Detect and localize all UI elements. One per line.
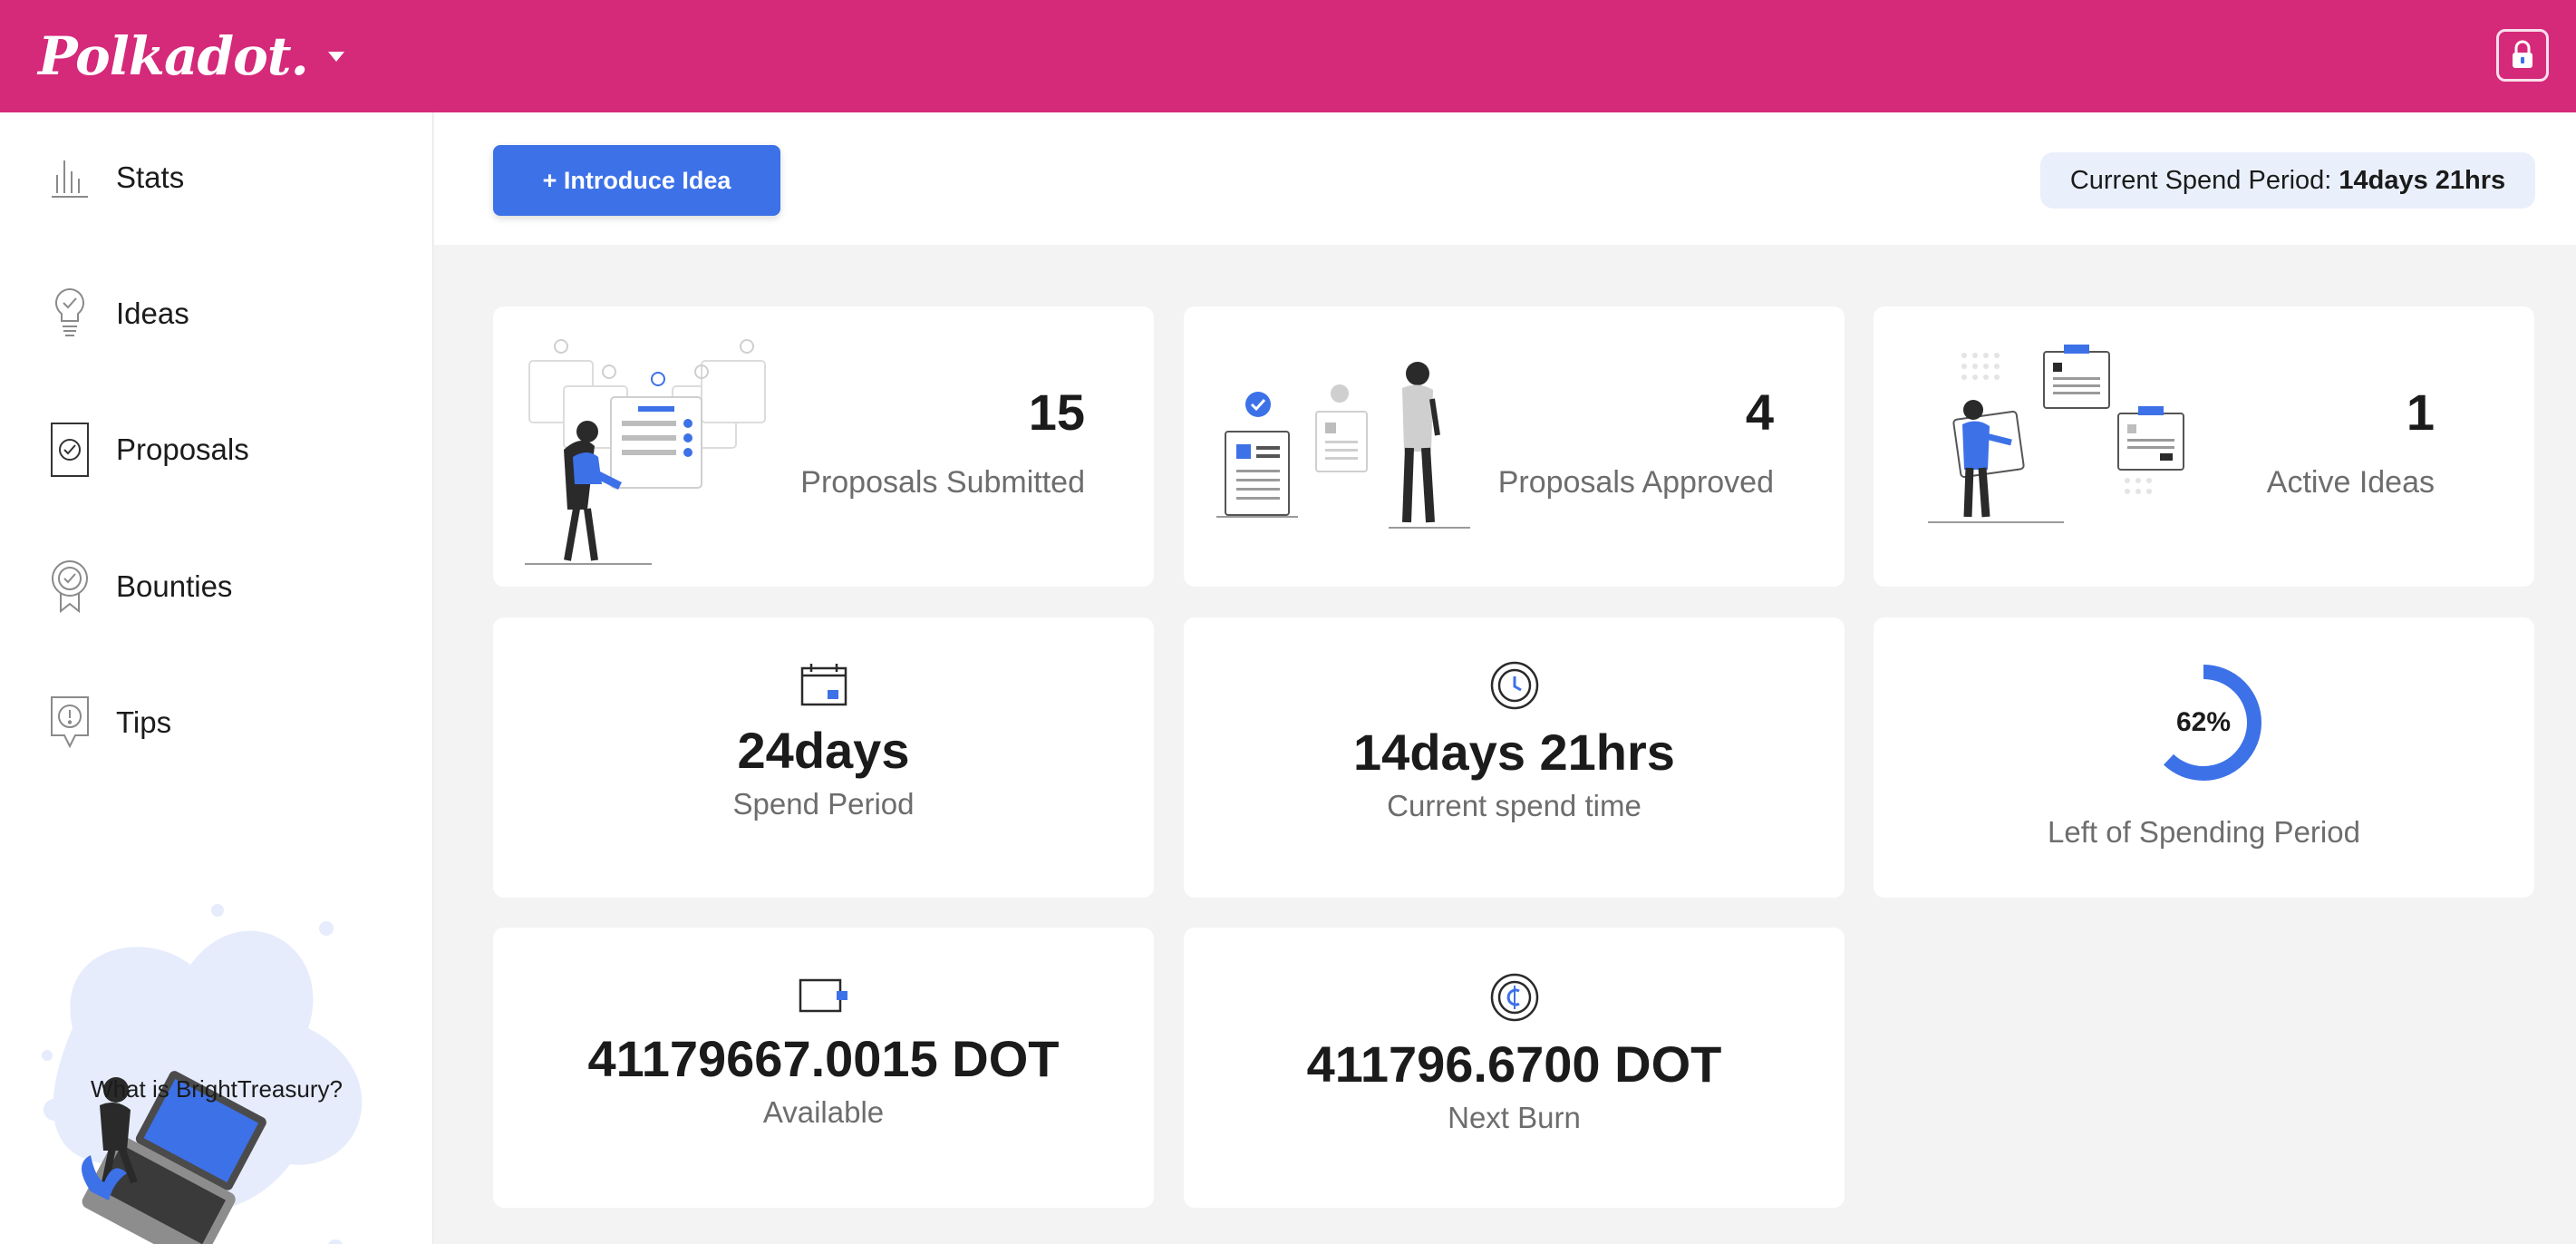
available-label: Available [762,1095,885,1129]
sidebar-item-label: Stats [116,160,185,194]
active-ideas-card[interactable]: 1 Active Ideas [1874,306,2534,587]
spend-period-card: 24days Spend Period [493,617,1154,898]
medal-icon [49,559,91,615]
next-burn-card: 411796.6700 DOT Next Burn [1184,928,1845,1208]
sidebar-item-ideas[interactable]: Ideas [49,282,393,345]
sidebar-item-label: Bounties [116,569,233,603]
sidebar-item-label: Ideas [116,296,189,330]
top-bar: Polkadot. [0,0,2576,112]
proposals-approved-value: 4 [1745,384,1774,441]
introduce-idea-button[interactable]: + Introduce Idea [493,145,780,216]
account-lock-button[interactable] [2496,29,2549,82]
coin-icon [1490,973,1538,1022]
next-burn-label: Next Burn [1448,1101,1581,1134]
spending-percent-text: 62% [2175,707,2232,737]
sidebar-item-bounties[interactable]: Bounties [49,555,393,618]
current-spend-time-value: 14days 21hrs [1353,724,1675,781]
spend-period-value: 24days [737,722,910,779]
proposals-approved-card[interactable]: 4 Proposals Approved [1184,306,1845,587]
clock-icon [1490,661,1538,710]
spend-period-label: Spend Period [732,787,915,821]
brighttreasury-illustration [42,904,363,1244]
proposals-approved-label: Proposals Approved [1497,465,1774,500]
calendar-icon [800,664,847,706]
available-card: 41179667.0015 DOT Available [493,928,1154,1208]
tip-bubble-icon [49,695,91,751]
spending-progress-ring: 62% [2142,661,2265,784]
spend-period-value: 14days 21hrs [2339,165,2506,195]
sidebar-item-label: Proposals [116,432,249,466]
active-ideas-value: 1 [2406,384,2435,441]
sidebar-item-proposals[interactable]: Proposals [49,418,393,481]
active-ideas-label: Active Ideas [2266,465,2435,500]
proposals-approved-illustration [1216,362,1470,529]
sidebar: Stats Ideas Proposals Bounties Tips What… [0,112,433,1244]
proposals-submitted-label: Proposals Submitted [800,465,1085,500]
wallet-icon [799,978,847,1013]
left-of-spending-label: Left of Spending Period [2048,815,2360,849]
proposals-submitted-value: 15 [1028,384,1085,441]
current-spend-period-badge: Current Spend Period: 14days 21hrs [2040,152,2535,209]
lightbulb-icon [49,286,91,342]
current-spend-time-card: 14days 21hrs Current spend time [1184,617,1845,898]
current-spend-time-label: Current spend time [1387,789,1641,822]
proposals-submitted-illustration [525,339,766,565]
network-selector[interactable]: Polkadot. [38,25,344,87]
sidebar-item-label: Tips [116,705,172,739]
polkadot-logo: Polkadot. [38,25,309,87]
stats-icon [49,150,91,206]
proposal-check-icon [49,422,91,478]
what-is-brighttreasury-link[interactable]: What is BrightTreasury? [0,1075,433,1103]
sidebar-item-tips[interactable]: Tips [49,691,393,754]
available-value: 41179667.0015 DOT [587,1030,1060,1087]
chevron-down-icon [327,51,344,62]
spend-period-label: Current Spend Period: [2069,165,2332,195]
sidebar-item-stats[interactable]: Stats [49,146,393,209]
left-of-spending-card: 62% Left of Spending Period [1874,617,2534,898]
next-burn-value: 411796.6700 DOT [1306,1035,1722,1093]
active-ideas-illustration [1928,345,2184,523]
proposals-submitted-card[interactable]: 15 Proposals Submitted [493,306,1154,587]
lock-icon [2513,40,2532,68]
